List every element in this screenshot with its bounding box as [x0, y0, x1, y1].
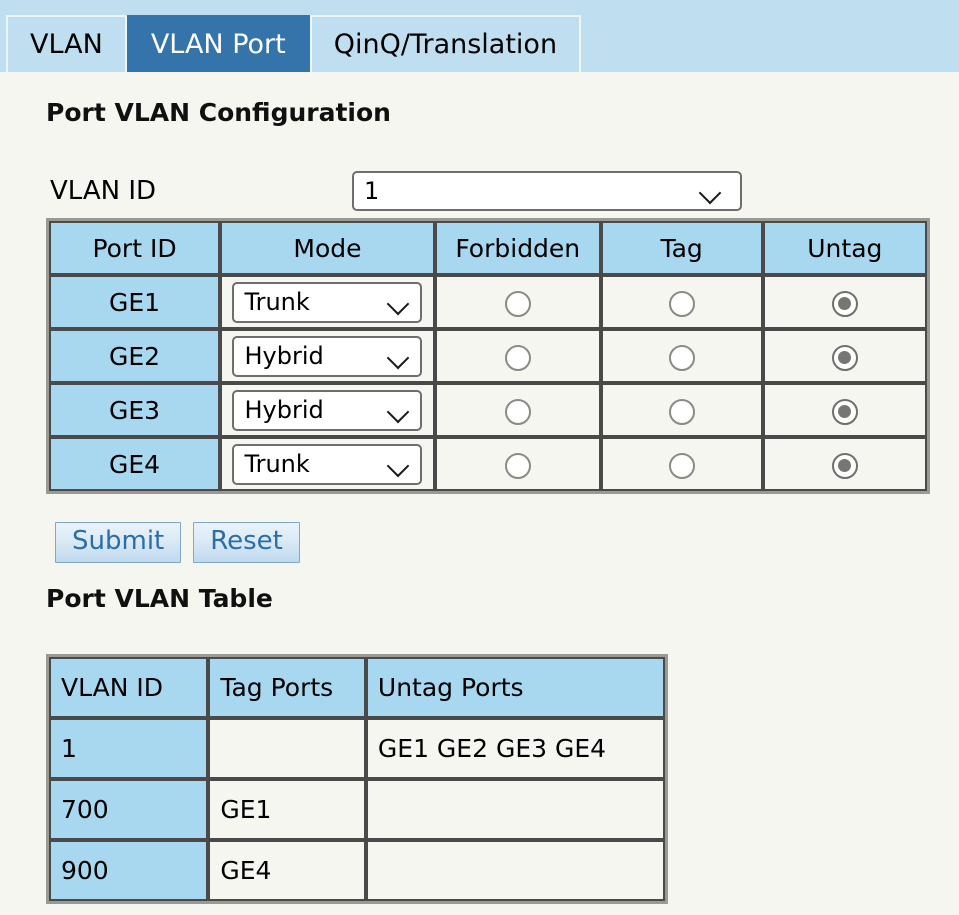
- cell-port-id: GE1: [49, 275, 221, 329]
- cell-forbidden: [434, 275, 601, 329]
- mode-select-ge3-value: Hybrid: [244, 396, 324, 424]
- port-vlan-configuration-table: Port ID Mode Forbidden Tag Untag GE1 Tru…: [46, 218, 930, 494]
- tab-strip: VLAN VLAN Port QinQ/Translation: [0, 0, 959, 72]
- reset-button[interactable]: Reset: [193, 522, 300, 563]
- cell-forbidden: [434, 383, 601, 437]
- cell-untag: [762, 383, 927, 437]
- mode-select-ge4-value: Trunk: [244, 450, 310, 478]
- table-row: GE2 Hybrid: [49, 329, 927, 383]
- column-header-untag: Untag: [762, 221, 927, 275]
- column-header-vlan-id: VLAN ID: [49, 657, 209, 718]
- page-title-port-vlan-configuration: Port VLAN Configuration: [46, 98, 391, 127]
- column-header-tag: Tag: [600, 221, 763, 275]
- mode-select-ge3[interactable]: Hybrid: [232, 389, 423, 431]
- cell-untag: [762, 437, 927, 491]
- tab-qinq-translation-label: QinQ/Translation: [333, 29, 558, 60]
- cell-vlan-id: 1: [49, 718, 209, 779]
- tab-qinq-translation[interactable]: QinQ/Translation: [309, 15, 582, 72]
- cell-untag: [762, 275, 927, 329]
- cell-untag-ports: [365, 779, 665, 840]
- cell-vlan-id: 700: [49, 779, 209, 840]
- tab-vlan-port[interactable]: VLAN Port: [126, 15, 310, 72]
- cell-forbidden: [434, 329, 601, 383]
- cell-port-id: GE2: [49, 329, 221, 383]
- mode-select-ge2[interactable]: Hybrid: [232, 335, 423, 377]
- radio-untag-ge1[interactable]: [831, 290, 858, 317]
- cell-mode: Hybrid: [220, 383, 435, 437]
- cell-untag-ports: GE1 GE2 GE3 GE4: [365, 718, 665, 779]
- tab-vlan-label: VLAN: [30, 29, 103, 60]
- chevron-down-icon: [388, 458, 410, 471]
- cell-mode: Trunk: [220, 275, 435, 329]
- cell-tag-ports: GE1: [208, 779, 366, 840]
- table-row: GE1 Trunk: [49, 275, 927, 329]
- table-row: GE4 Trunk: [49, 437, 927, 491]
- radio-untag-ge2[interactable]: [831, 344, 858, 371]
- section-title-port-vlan-table: Port VLAN Table: [46, 584, 273, 613]
- table-row: 1 GE1 GE2 GE3 GE4: [49, 718, 665, 779]
- radio-untag-ge3[interactable]: [831, 398, 858, 425]
- column-header-untag-ports: Untag Ports: [365, 657, 665, 718]
- chevron-down-icon: [700, 185, 722, 198]
- column-header-tag-ports: Tag Ports: [208, 657, 366, 718]
- radio-forbidden-ge1[interactable]: [504, 290, 531, 317]
- table-row: GE3 Hybrid: [49, 383, 927, 437]
- vlan-id-selected-value: 1: [364, 177, 380, 205]
- vlan-id-label: VLAN ID: [50, 176, 157, 206]
- table-row: 900 GE4: [49, 840, 665, 901]
- port-vlan-table: VLAN ID Tag Ports Untag Ports 1 GE1 GE2 …: [46, 654, 668, 904]
- radio-tag-ge2[interactable]: [668, 344, 695, 371]
- mode-select-ge2-value: Hybrid: [244, 342, 324, 370]
- radio-untag-ge4[interactable]: [831, 452, 858, 479]
- chevron-down-icon: [388, 404, 410, 417]
- cell-tag: [600, 275, 763, 329]
- radio-forbidden-ge4[interactable]: [504, 452, 531, 479]
- column-header-forbidden: Forbidden: [434, 221, 601, 275]
- chevron-down-icon: [388, 296, 410, 309]
- cell-tag-ports: GE4: [208, 840, 366, 901]
- cell-untag-ports: [365, 840, 665, 901]
- cell-tag-ports: [208, 718, 366, 779]
- cell-tag: [600, 383, 763, 437]
- mode-select-ge1[interactable]: Trunk: [232, 281, 423, 323]
- cell-untag: [762, 329, 927, 383]
- column-header-mode: Mode: [220, 221, 435, 275]
- tab-vlan[interactable]: VLAN: [6, 15, 127, 72]
- cell-port-id: GE4: [49, 437, 221, 491]
- cell-forbidden: [434, 437, 601, 491]
- column-header-port-id: Port ID: [49, 221, 221, 275]
- radio-forbidden-ge2[interactable]: [504, 344, 531, 371]
- table-row: 700 GE1: [49, 779, 665, 840]
- table-header-row: Port ID Mode Forbidden Tag Untag: [49, 221, 927, 275]
- cell-tag: [600, 329, 763, 383]
- radio-tag-ge3[interactable]: [668, 398, 695, 425]
- cell-mode: Hybrid: [220, 329, 435, 383]
- table-header-row: VLAN ID Tag Ports Untag Ports: [49, 657, 665, 718]
- radio-forbidden-ge3[interactable]: [504, 398, 531, 425]
- tab-vlan-port-label: VLAN Port: [150, 29, 286, 60]
- cell-mode: Trunk: [220, 437, 435, 491]
- mode-select-ge4[interactable]: Trunk: [232, 443, 423, 485]
- submit-button[interactable]: Submit: [55, 522, 182, 563]
- radio-tag-ge4[interactable]: [668, 452, 695, 479]
- cell-port-id: GE3: [49, 383, 221, 437]
- form-actions: Submit Reset: [55, 522, 300, 563]
- chevron-down-icon: [388, 350, 410, 363]
- cell-tag: [600, 437, 763, 491]
- radio-tag-ge1[interactable]: [668, 290, 695, 317]
- mode-select-ge1-value: Trunk: [244, 288, 310, 316]
- cell-vlan-id: 900: [49, 840, 209, 901]
- tab-list: VLAN VLAN Port QinQ/Translation: [6, 15, 582, 72]
- vlan-id-select[interactable]: 1: [352, 171, 742, 211]
